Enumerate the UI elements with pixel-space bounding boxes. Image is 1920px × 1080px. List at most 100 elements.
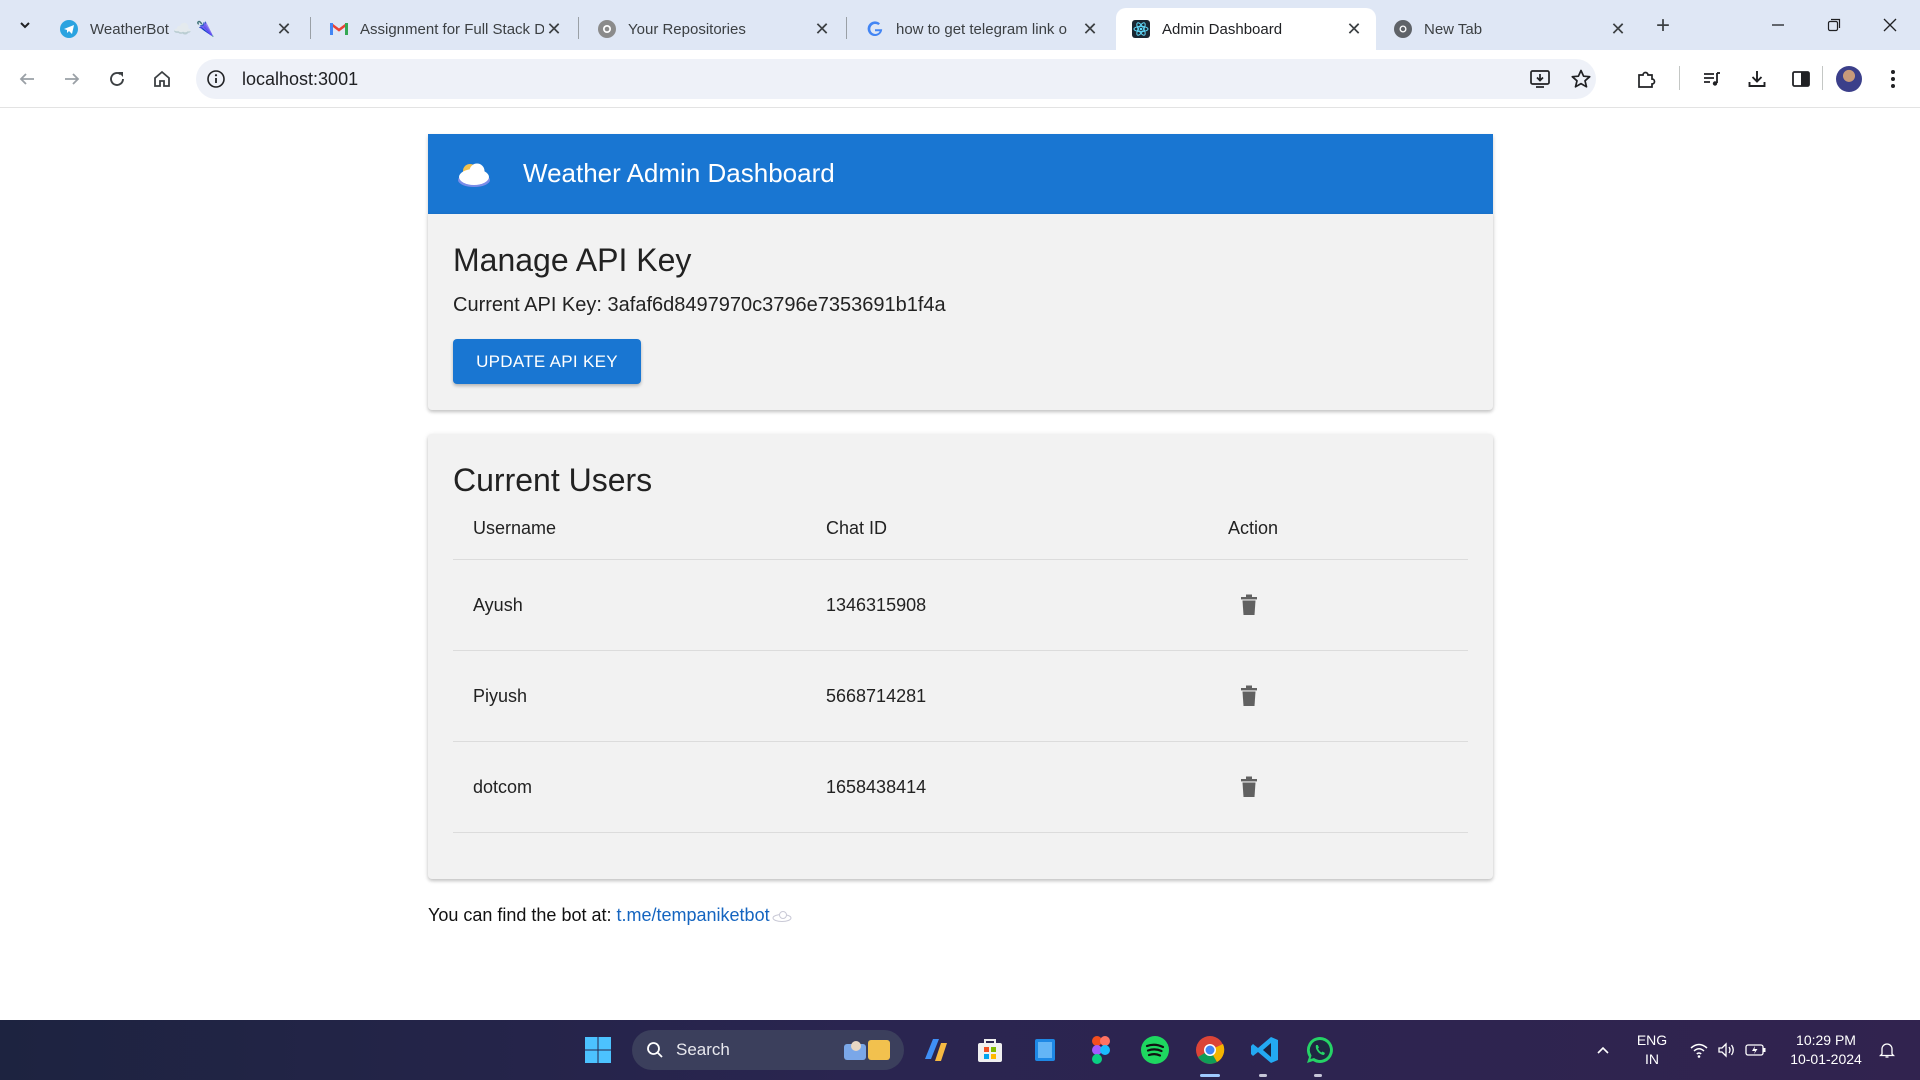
side-panel-icon [1792, 71, 1810, 87]
taskbar-app-chrome[interactable] [1192, 1032, 1228, 1068]
extensions-button[interactable] [1632, 65, 1660, 93]
download-icon [1748, 71, 1766, 87]
tab-search-button[interactable] [10, 10, 40, 40]
tab-admin-dashboard[interactable]: Admin Dashboard ✕ [1116, 8, 1376, 50]
taskbar-search[interactable]: Search [632, 1030, 904, 1070]
plus-icon: + [1655, 12, 1670, 39]
reload-button[interactable] [100, 62, 134, 96]
taskbar-app-whatsapp[interactable] [1302, 1032, 1338, 1068]
close-icon[interactable]: ✕ [1080, 19, 1100, 39]
tab-title: Admin Dashboard [1162, 20, 1283, 38]
toolbar-divider [1679, 66, 1680, 90]
bot-link[interactable]: t.me/tempaniketbot [617, 905, 770, 925]
telegram-icon [60, 20, 78, 38]
restore-button[interactable] [1806, 0, 1862, 50]
running-app-indicator [1259, 1074, 1267, 1077]
delete-user-button[interactable] [1235, 773, 1263, 801]
tab-title: WeatherBot ☁️ 🌂 [90, 21, 215, 38]
new-tab-button[interactable]: + [1649, 12, 1677, 40]
table-row: dotcom 1658438414 [453, 742, 1468, 833]
api-key-card: Manage API Key Current API Key: 3afaf6d8… [428, 214, 1493, 410]
taskbar-app-copilot[interactable] [918, 1032, 954, 1068]
home-button[interactable] [145, 62, 179, 96]
install-app-icon[interactable] [1529, 68, 1551, 90]
tab-new-tab[interactable]: New Tab ✕ [1378, 8, 1640, 50]
close-icon[interactable]: ✕ [1608, 19, 1628, 39]
tab-weatherbot[interactable]: WeatherBot ☁️ 🌂 ✕ [44, 8, 306, 50]
vscode-icon [1251, 1037, 1278, 1063]
wifi-status[interactable] [1684, 1020, 1714, 1080]
close-window-button[interactable] [1862, 0, 1918, 50]
store-icon [978, 1039, 1002, 1062]
start-button[interactable] [580, 1032, 616, 1068]
delete-user-button[interactable] [1235, 591, 1263, 619]
taskbar-app-spotify[interactable] [1137, 1032, 1173, 1068]
search-icon [647, 1042, 663, 1058]
whatsapp-icon [1306, 1036, 1333, 1063]
minimize-button[interactable] [1750, 0, 1806, 50]
update-api-key-button[interactable]: UPDATE API KEY [453, 339, 641, 384]
username-cell: Ayush [473, 595, 523, 615]
gmail-icon [330, 20, 348, 38]
cloud-icon [458, 163, 490, 187]
taskbar-app-store[interactable] [972, 1032, 1008, 1068]
tab-divider [310, 17, 311, 39]
back-button[interactable] [10, 62, 44, 96]
bot-link-prefix: You can find the bot at: [428, 905, 612, 925]
battery-status[interactable] [1741, 1020, 1771, 1080]
tab-google-search[interactable]: how to get telegram link o ✕ [850, 8, 1112, 50]
chrome-icon [1196, 1036, 1225, 1064]
taskbar-app-vscode[interactable] [1247, 1032, 1283, 1068]
arrow-left-icon [19, 73, 34, 85]
clock-time: 10:29 PM [1796, 1032, 1856, 1048]
tab-github[interactable]: Your Repositories ✕ [582, 8, 844, 50]
avatar[interactable] [1836, 66, 1862, 92]
api-key-value: 3afaf6d8497970c3796e7353691b1f4a [607, 294, 946, 316]
forward-button[interactable] [55, 62, 89, 96]
delete-icon [1241, 685, 1257, 706]
taskbar-app-figma[interactable] [1083, 1032, 1119, 1068]
close-icon[interactable]: ✕ [274, 19, 294, 39]
close-icon[interactable]: ✕ [544, 19, 564, 39]
chrome-icon [1394, 20, 1412, 38]
tab-divider [846, 17, 847, 39]
close-icon[interactable]: ✕ [1344, 19, 1364, 39]
downloads-button[interactable] [1743, 65, 1771, 93]
tab-title: New Tab [1424, 20, 1483, 38]
chrome-menu-button[interactable] [1879, 65, 1907, 93]
api-key-heading: Manage API Key [453, 242, 692, 278]
queue-music-icon [1704, 72, 1720, 86]
puzzle-icon [1638, 71, 1656, 88]
address-bar[interactable]: localhost:3001 [196, 59, 1596, 99]
volume-status[interactable] [1712, 1020, 1742, 1080]
site-info-icon[interactable] [206, 69, 226, 89]
url-text[interactable]: localhost:3001 [242, 69, 358, 90]
notifications-button[interactable] [1874, 1020, 1900, 1080]
users-heading: Current Users [453, 462, 653, 498]
delete-user-button[interactable] [1235, 682, 1263, 710]
chat-id-cell: 5668714281 [826, 686, 927, 706]
close-icon[interactable]: ✕ [812, 19, 832, 39]
tab-divider [578, 17, 579, 39]
language-indicator[interactable]: ENG IN [1626, 1020, 1678, 1080]
taskbar-app-files[interactable] [1027, 1032, 1063, 1068]
tab-title: how to get telegram link o [896, 20, 1067, 38]
bot-link-line: You can find the bot at: t.me/tempaniket… [428, 905, 792, 926]
api-key-label: Current API Key: [453, 294, 602, 316]
home-icon [154, 70, 170, 87]
column-header-chat-id: Chat ID [826, 518, 888, 538]
bookmark-star-icon[interactable] [1570, 68, 1592, 90]
wifi-icon [1690, 1043, 1708, 1058]
running-app-indicator [1314, 1074, 1322, 1077]
current-api-key: Current API Key: 3afaf6d8497970c3796e735… [453, 294, 946, 317]
more-vert-icon [1891, 70, 1895, 88]
spotify-icon [1141, 1036, 1169, 1064]
language-code: ENG [1636, 1032, 1668, 1048]
users-table-header: Username Chat ID Action [453, 496, 1468, 560]
github-icon [598, 20, 616, 38]
media-controls-button[interactable] [1698, 65, 1726, 93]
side-panel-button[interactable] [1787, 65, 1815, 93]
tab-gmail[interactable]: Assignment for Full Stack D ✕ [314, 8, 576, 50]
show-hidden-icons-button[interactable] [1588, 1020, 1618, 1080]
clock[interactable]: 10:29 PM 10-01-2024 [1780, 1020, 1872, 1080]
